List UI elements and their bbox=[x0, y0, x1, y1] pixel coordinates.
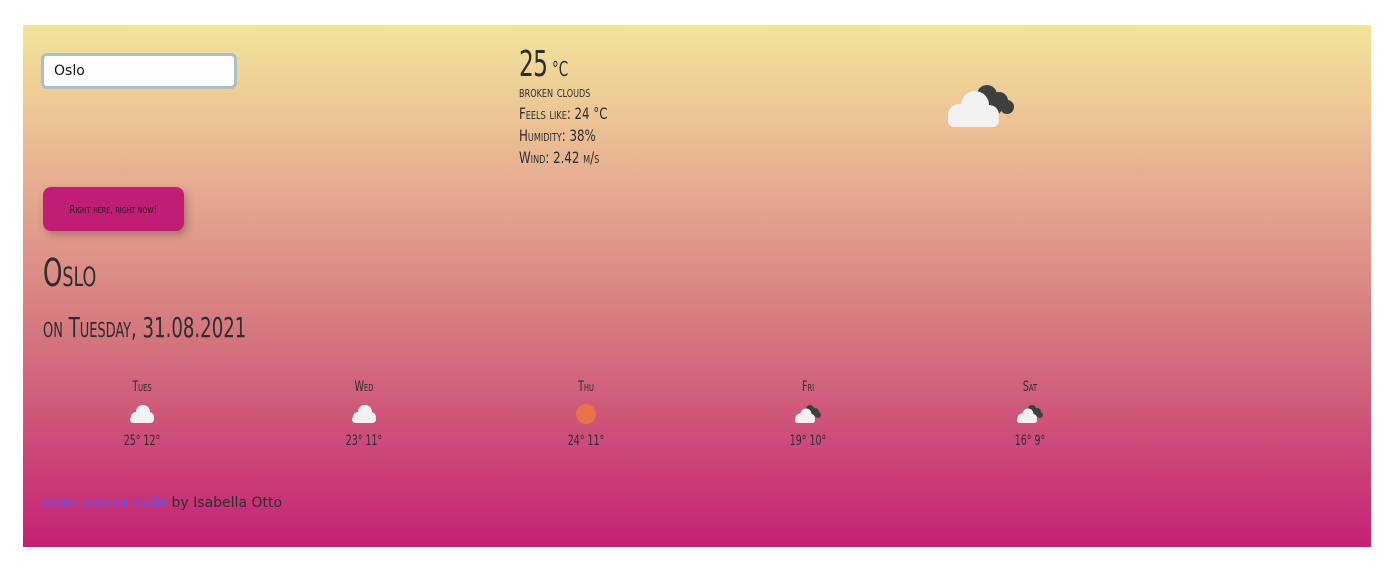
forecast-temps: 24° 11° bbox=[567, 433, 605, 449]
forecast-temps: 23° 11° bbox=[345, 433, 383, 449]
current-location-label: Right here, right now! bbox=[69, 202, 158, 216]
date-subtitle: on Tuesday, 31.08.2021 bbox=[43, 311, 247, 344]
footer: open source code by Isabella Otto bbox=[43, 495, 282, 511]
weather-app: 25 °C broken clouds Feels like: 24 °C Hu… bbox=[23, 25, 1371, 547]
forecast-day-name: Tues bbox=[132, 379, 152, 395]
forecast: Tues 25° 12° Wed 23° 11° Thu 24° 11° Fri bbox=[87, 379, 1207, 471]
broken-clouds-icon bbox=[795, 405, 821, 423]
cloud-icon bbox=[130, 405, 154, 423]
cloud-icon bbox=[352, 405, 376, 423]
open-source-link[interactable]: open source code bbox=[43, 495, 167, 511]
forecast-day: Sat 16° 9° bbox=[975, 379, 1085, 449]
current-temperature: 25 bbox=[519, 44, 548, 85]
wind: Wind: 2.42 m/s bbox=[519, 148, 600, 167]
city-search-input[interactable] bbox=[41, 53, 237, 89]
forecast-temps: 25° 12° bbox=[123, 433, 161, 449]
forecast-day-name: Fri bbox=[801, 379, 815, 395]
temperature-unit: °C bbox=[552, 57, 569, 81]
forecast-day: Fri 19° 10° bbox=[753, 379, 863, 449]
current-temperature-line: 25 °C bbox=[519, 45, 627, 85]
forecast-day: Thu 24° 11° bbox=[531, 379, 641, 449]
forecast-temps: 19° 10° bbox=[789, 433, 827, 449]
forecast-day-name: Wed bbox=[354, 379, 374, 395]
forecast-day: Wed 23° 11° bbox=[309, 379, 419, 449]
forecast-day-name: Thu bbox=[578, 379, 594, 395]
broken-clouds-icon bbox=[948, 85, 1014, 127]
humidity: Humidity: 38% bbox=[519, 126, 596, 145]
city-title: Oslo bbox=[43, 251, 97, 295]
sun-icon bbox=[576, 404, 596, 424]
current-weather: 25 °C broken clouds Feels like: 24 °C Hu… bbox=[519, 45, 627, 169]
current-location-button[interactable]: Right here, right now! bbox=[43, 187, 184, 231]
current-details: broken clouds Feels like: 24 °C Humidity… bbox=[519, 81, 627, 169]
forecast-temps: 16° 9° bbox=[1014, 433, 1046, 449]
footer-credit: by Isabella Otto bbox=[167, 495, 283, 511]
weather-description: broken clouds bbox=[519, 82, 591, 101]
forecast-day-name: Sat bbox=[1022, 379, 1038, 395]
forecast-day: Tues 25° 12° bbox=[87, 379, 197, 449]
feels-like: Feels like: 24 °C bbox=[519, 104, 608, 123]
broken-clouds-icon bbox=[1017, 405, 1043, 423]
